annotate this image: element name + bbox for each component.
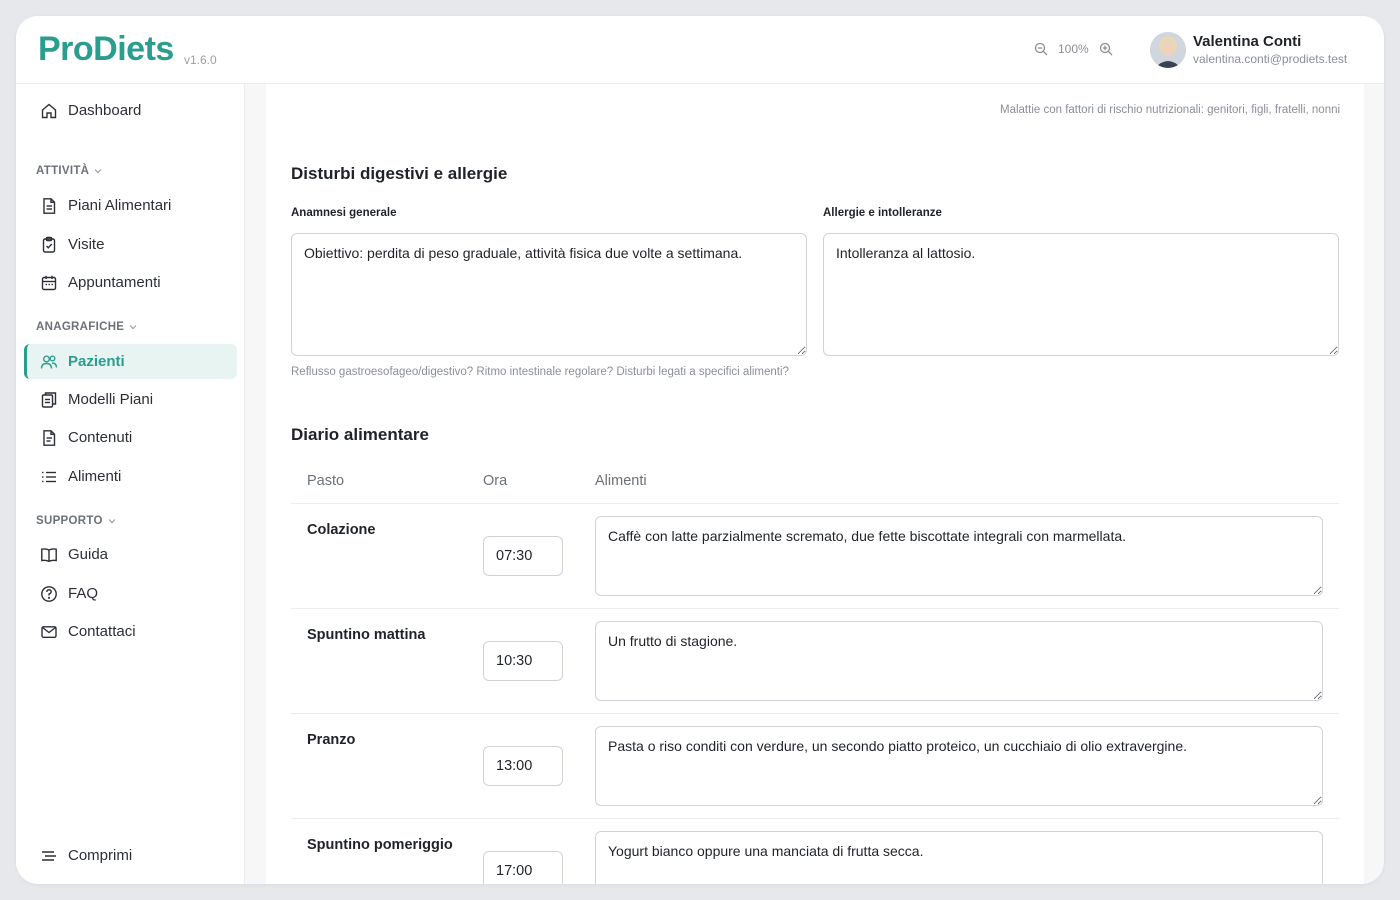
app-logo[interactable]: ProDiets (38, 30, 174, 69)
anamnesi-textarea[interactable]: Obiettivo: perdita di peso graduale, att… (291, 233, 807, 356)
table-divider (291, 713, 1339, 714)
app-window: ProDiets v1.6.0 100% Valentina Conti val… (16, 16, 1384, 884)
sidebar-item-label: Appuntamenti (68, 274, 161, 291)
sidebar-item-label: Guida (68, 546, 109, 563)
sidebar-item-label: FAQ (68, 585, 99, 602)
sidebar-item-label: Dashboard (68, 102, 142, 119)
zoom-in-icon[interactable] (1097, 40, 1115, 58)
sidebar-item-piani-alimentari[interactable]: Piani Alimentari (24, 188, 237, 223)
sidebar-item-faq[interactable]: FAQ (24, 576, 237, 611)
meal-foods-textarea[interactable]: Pasta o riso conditi con verdure, un sec… (595, 726, 1323, 806)
column-header-ora: Ora (483, 473, 508, 489)
sidebar-item-contattaci[interactable]: Contattaci (24, 614, 237, 649)
sidebar: Dashboard ATTIVITÀ Piani Alimentari Visi… (16, 84, 245, 884)
table-divider (291, 503, 1339, 504)
chevron-down-icon (108, 519, 116, 524)
top-header: ProDiets v1.6.0 100% Valentina Conti val… (16, 16, 1384, 84)
sidebar-item-label: Contattaci (68, 623, 136, 640)
sidebar-item-label: Modelli Piani (68, 391, 154, 408)
sidebar-item-label: Contenuti (68, 429, 133, 446)
main-content: Malattie con fattori di rischio nutrizio… (266, 84, 1364, 884)
table-divider (291, 818, 1339, 819)
table-divider (291, 608, 1339, 609)
allergie-textarea[interactable]: Intolleranza al lattosio. (823, 233, 1339, 356)
collapse-label: Comprimi (68, 847, 133, 864)
chevron-down-icon (94, 169, 102, 174)
book-icon (41, 547, 57, 562)
allergie-label: Allergie e intolleranze (823, 207, 942, 219)
list-icon (42, 471, 56, 482)
user-email: valentina.conti@prodiets.test (1193, 52, 1348, 66)
home-icon (41, 103, 57, 118)
sidebar-item-appuntamenti[interactable]: Appuntamenti (24, 265, 237, 300)
mail-icon (41, 625, 57, 638)
meal-time-input[interactable] (483, 536, 563, 576)
document-text-icon (43, 429, 56, 446)
column-header-pasto: Pasto (307, 473, 345, 489)
anamnesi-label: Anamnesi generale (291, 207, 397, 219)
sidebar-item-pazienti[interactable]: Pazienti (24, 344, 237, 379)
sidebar-item-label: Visite (68, 236, 105, 253)
sidebar-item-alimenti[interactable]: Alimenti (24, 459, 237, 494)
chevron-down-icon (129, 325, 137, 330)
meal-foods-textarea[interactable]: Caffè con latte parzialmente scremato, d… (595, 516, 1323, 596)
zoom-controls: 100% (1032, 40, 1115, 58)
section-supporto[interactable]: SUPPORTO (36, 515, 117, 527)
sidebar-item-contenuti[interactable]: Contenuti (24, 420, 237, 455)
users-icon (40, 355, 58, 369)
sidebar-item-modelli-piani[interactable]: Modelli Piani (24, 382, 237, 417)
sidebar-item-label: Piani Alimentari (68, 197, 172, 214)
sidebar-item-guida[interactable]: Guida (24, 537, 237, 572)
zoom-out-icon[interactable] (1032, 40, 1050, 58)
sidebar-item-label: Pazienti (68, 353, 125, 370)
meal-time-input[interactable] (483, 851, 563, 884)
meal-foods-textarea[interactable]: Un frutto di stagione. (595, 621, 1323, 701)
document-icon (43, 197, 56, 214)
meal-foods-textarea[interactable]: Yogurt bianco oppure una manciata di fru… (595, 831, 1323, 884)
question-circle-icon (41, 585, 57, 602)
meal-time-input[interactable] (483, 746, 563, 786)
collapse-sidebar-button[interactable]: Comprimi (24, 838, 237, 873)
sidebar-item-dashboard[interactable]: Dashboard (24, 93, 237, 128)
user-avatar[interactable] (1150, 32, 1186, 68)
clipboard-check-icon (42, 236, 56, 253)
diary-section-title: Diario alimentare (291, 425, 429, 444)
section-attivita[interactable]: ATTIVITÀ (36, 165, 103, 177)
sidebar-item-label: Alimenti (68, 468, 122, 485)
meal-name: Spuntino mattina (307, 627, 426, 643)
calendar-icon (41, 275, 57, 290)
digestive-section-title: Disturbi digestivi e allergie (291, 164, 508, 183)
digestive-hint: Reflusso gastroesofageo/digestivo? Ritmo… (291, 366, 789, 378)
clipboard-copy-icon (41, 391, 57, 408)
sidebar-item-visite[interactable]: Visite (24, 227, 237, 262)
app-version: v1.6.0 (184, 53, 217, 67)
meal-name: Colazione (307, 522, 376, 538)
meal-name: Pranzo (307, 732, 356, 748)
meal-name: Spuntino pomeriggio (307, 837, 453, 853)
zoom-level: 100% (1058, 42, 1089, 56)
column-header-alimenti: Alimenti (595, 473, 647, 489)
meal-time-input[interactable] (483, 641, 563, 681)
section-anagrafiche[interactable]: ANAGRAFICHE (36, 321, 138, 333)
family-history-hint: Malattie con fattori di rischio nutrizio… (1000, 104, 1341, 116)
user-name[interactable]: Valentina Conti (1193, 33, 1301, 50)
menu-collapse-icon (42, 850, 56, 861)
